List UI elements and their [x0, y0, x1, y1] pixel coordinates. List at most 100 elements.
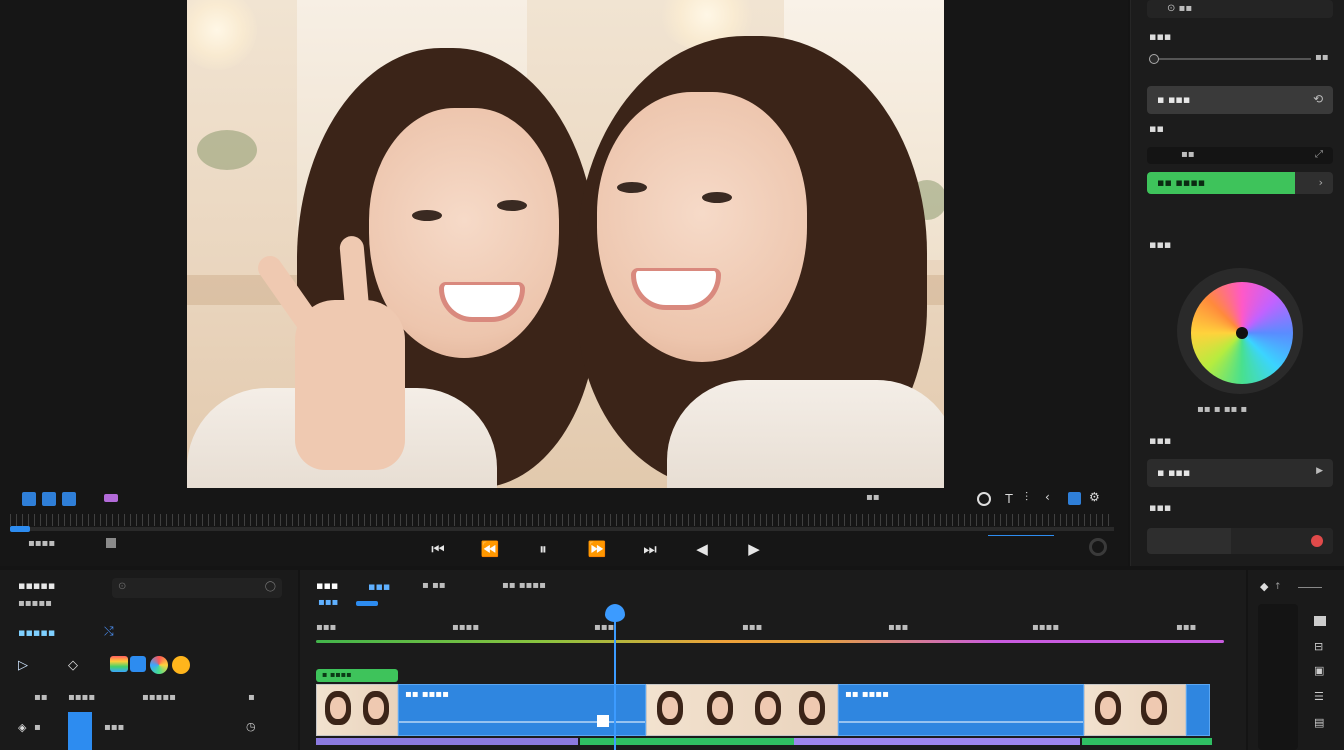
prev-frame-button[interactable]: ◀	[690, 538, 714, 560]
green-tag-label: ▪ ▪▪▪▪	[322, 670, 352, 679]
section-title: ▪▪▪	[1149, 30, 1172, 43]
bottom-field[interactable]	[1147, 528, 1333, 554]
next-frame-button[interactable]: ▶	[742, 538, 766, 560]
tab-4[interactable]: ▪	[248, 692, 255, 703]
crop-icon[interactable]	[1068, 492, 1081, 505]
audio-track-segment[interactable]	[580, 738, 794, 745]
color-wheel-hues[interactable]	[1191, 282, 1293, 384]
playhead[interactable]	[614, 610, 616, 750]
timeline-range-bar[interactable]	[316, 640, 1224, 643]
selected-item[interactable]	[68, 712, 92, 750]
search-input[interactable]: ⊙ ◯	[112, 578, 282, 598]
timeline-tab-3[interactable]: ▪ ▪▪	[422, 580, 446, 591]
media-section-title: ▪▪▪▪▪	[18, 626, 56, 639]
thumb-face	[760, 697, 776, 719]
clip-label: ▪▪ ▪▪▪▪	[405, 689, 449, 700]
drop-icon[interactable]: ◆	[1260, 580, 1268, 593]
playhead-handle[interactable]	[605, 604, 625, 622]
loop-icon[interactable]	[1089, 538, 1107, 556]
tab-1[interactable]: ▪▪	[34, 692, 48, 703]
wheel-caption: ▪▪ ▪ ▪▪ ▪	[1197, 404, 1248, 415]
preview-toolbar: ▪▪ Ｔ ⫶ ‹ ⚙ ▪▪▪▪ ⏮ ⏪ ⏸ ⏩ ⏭ ◀ ▶	[0, 488, 1128, 566]
clip-marker[interactable]	[597, 715, 609, 727]
settings-icon[interactable]: ⚙	[1089, 490, 1100, 504]
media-subtitle: ▪▪▪▪▪	[18, 598, 52, 609]
thumb-face	[804, 697, 820, 719]
stop-icon[interactable]	[106, 538, 116, 548]
audio-track-segment[interactable]	[1082, 738, 1212, 745]
background-plant	[197, 130, 257, 170]
chevron-left-icon[interactable]: ‹	[1045, 490, 1050, 504]
timeline-tab-main[interactable]: ▪▪▪	[316, 579, 338, 592]
transport-hint: ▪▪▪▪	[28, 538, 56, 549]
video-preview[interactable]	[187, 0, 944, 488]
record-icon[interactable]	[1311, 535, 1323, 547]
filters-icon[interactable]	[172, 656, 190, 674]
more-icon[interactable]: ▤	[1314, 716, 1324, 729]
volume-slider[interactable]	[988, 535, 1054, 536]
dropdown[interactable]: ▪ ▪▪▪ ▶	[1147, 459, 1333, 487]
grid-icon[interactable]	[42, 492, 56, 506]
video-clip-thumb[interactable]	[1084, 684, 1186, 736]
scrub-ruler[interactable]	[10, 514, 1114, 526]
color-wheel-center[interactable]	[1236, 327, 1248, 339]
tag-icon[interactable]: ◇	[68, 658, 78, 673]
filter-icon[interactable]: ◯	[265, 581, 276, 592]
expand-icon[interactable]: ⤢	[1315, 149, 1323, 160]
color-wheel[interactable]	[1177, 268, 1303, 394]
marker-icon[interactable]	[104, 494, 118, 502]
preset-button[interactable]: ▪ ▪▪▪ ⟲	[1147, 86, 1333, 114]
split-icon[interactable]: ⫶	[1025, 490, 1028, 505]
top-field[interactable]: ⊙ ▪▪	[1147, 0, 1333, 18]
stickers-icon[interactable]	[110, 656, 128, 672]
tab-3[interactable]: ▪▪▪▪▪	[142, 692, 176, 703]
skip-back-button[interactable]: ⏮	[426, 538, 450, 560]
slider-handle[interactable]	[1149, 54, 1159, 64]
color-section-title: ▪▪▪	[1149, 238, 1172, 251]
video-clip-2[interactable]: ▪▪ ▪▪▪▪	[838, 684, 1084, 736]
effects-icon[interactable]	[150, 656, 168, 674]
fullscreen-icon[interactable]	[977, 492, 991, 506]
aspect-icon[interactable]	[62, 492, 76, 506]
fast-forward-button[interactable]: ⏩	[585, 538, 609, 560]
tab-2[interactable]: ▪▪▪▪	[68, 692, 95, 703]
apply-button-label: ▪▪ ▪▪▪▪	[1157, 176, 1206, 189]
video-icon[interactable]: ▷	[18, 658, 28, 673]
green-tag[interactable]: ▪ ▪▪▪▪	[316, 669, 398, 682]
person-right-eye-2	[702, 192, 732, 203]
image-icon[interactable]: ▣	[1314, 664, 1324, 677]
value-field[interactable]: ▪▪	[1147, 147, 1333, 164]
search-icon: ⊙	[118, 581, 127, 592]
scrub-bar[interactable]	[10, 527, 1114, 531]
video-clip-3[interactable]	[1186, 684, 1210, 736]
list-icon[interactable]	[1314, 616, 1326, 626]
layers-icon[interactable]: ☰	[1314, 690, 1324, 703]
audio-track-segment[interactable]	[794, 738, 1080, 745]
link-icon[interactable]: ⤭	[104, 624, 114, 639]
info-icon[interactable]: ↑	[1274, 582, 1282, 592]
scrub-position[interactable]	[10, 526, 30, 532]
split-view-icon[interactable]: ⊟	[1314, 640, 1323, 653]
section-title-2: ▪▪	[1149, 122, 1164, 135]
skip-forward-button[interactable]: ⏭	[638, 538, 662, 560]
value-field-text: ▪▪	[1181, 149, 1195, 160]
video-clip-thumb[interactable]	[646, 684, 838, 736]
audio-track-segment[interactable]	[316, 738, 578, 745]
text-tool-icon[interactable]: Ｔ	[1003, 490, 1015, 507]
media-panel: ▪▪▪▪▪ ▪▪▪▪▪ ⊙ ◯ ▪▪▪▪▪ ⤭ ▷ ◇ ▪▪ ▪▪▪▪ ▪▪▪▪…	[0, 570, 298, 750]
timeline-tab-2[interactable]: ▪▪▪	[368, 580, 390, 593]
intensity-slider[interactable]	[1151, 58, 1311, 60]
rewind-button[interactable]: ⏪	[478, 538, 502, 560]
apply-button[interactable]: ▪▪ ▪▪▪▪ ›	[1147, 172, 1333, 194]
layout-icon[interactable]	[22, 492, 36, 506]
top-field-value: ⊙ ▪▪	[1167, 3, 1193, 14]
diamond-icon[interactable]: ◈	[18, 721, 26, 734]
video-clip-thumb[interactable]	[316, 684, 398, 736]
template-icon[interactable]	[130, 656, 146, 672]
video-clip[interactable]: ▪▪ ▪▪▪▪	[398, 684, 646, 736]
pause-button[interactable]: ⏸	[531, 538, 555, 560]
play-icon: ▶	[1316, 466, 1323, 476]
clock-icon[interactable]: ◷	[246, 720, 256, 733]
timeline-tab-4[interactable]: ▪▪ ▪▪▪▪	[502, 580, 546, 591]
clip-label: ▪▪ ▪▪▪▪	[845, 689, 889, 700]
